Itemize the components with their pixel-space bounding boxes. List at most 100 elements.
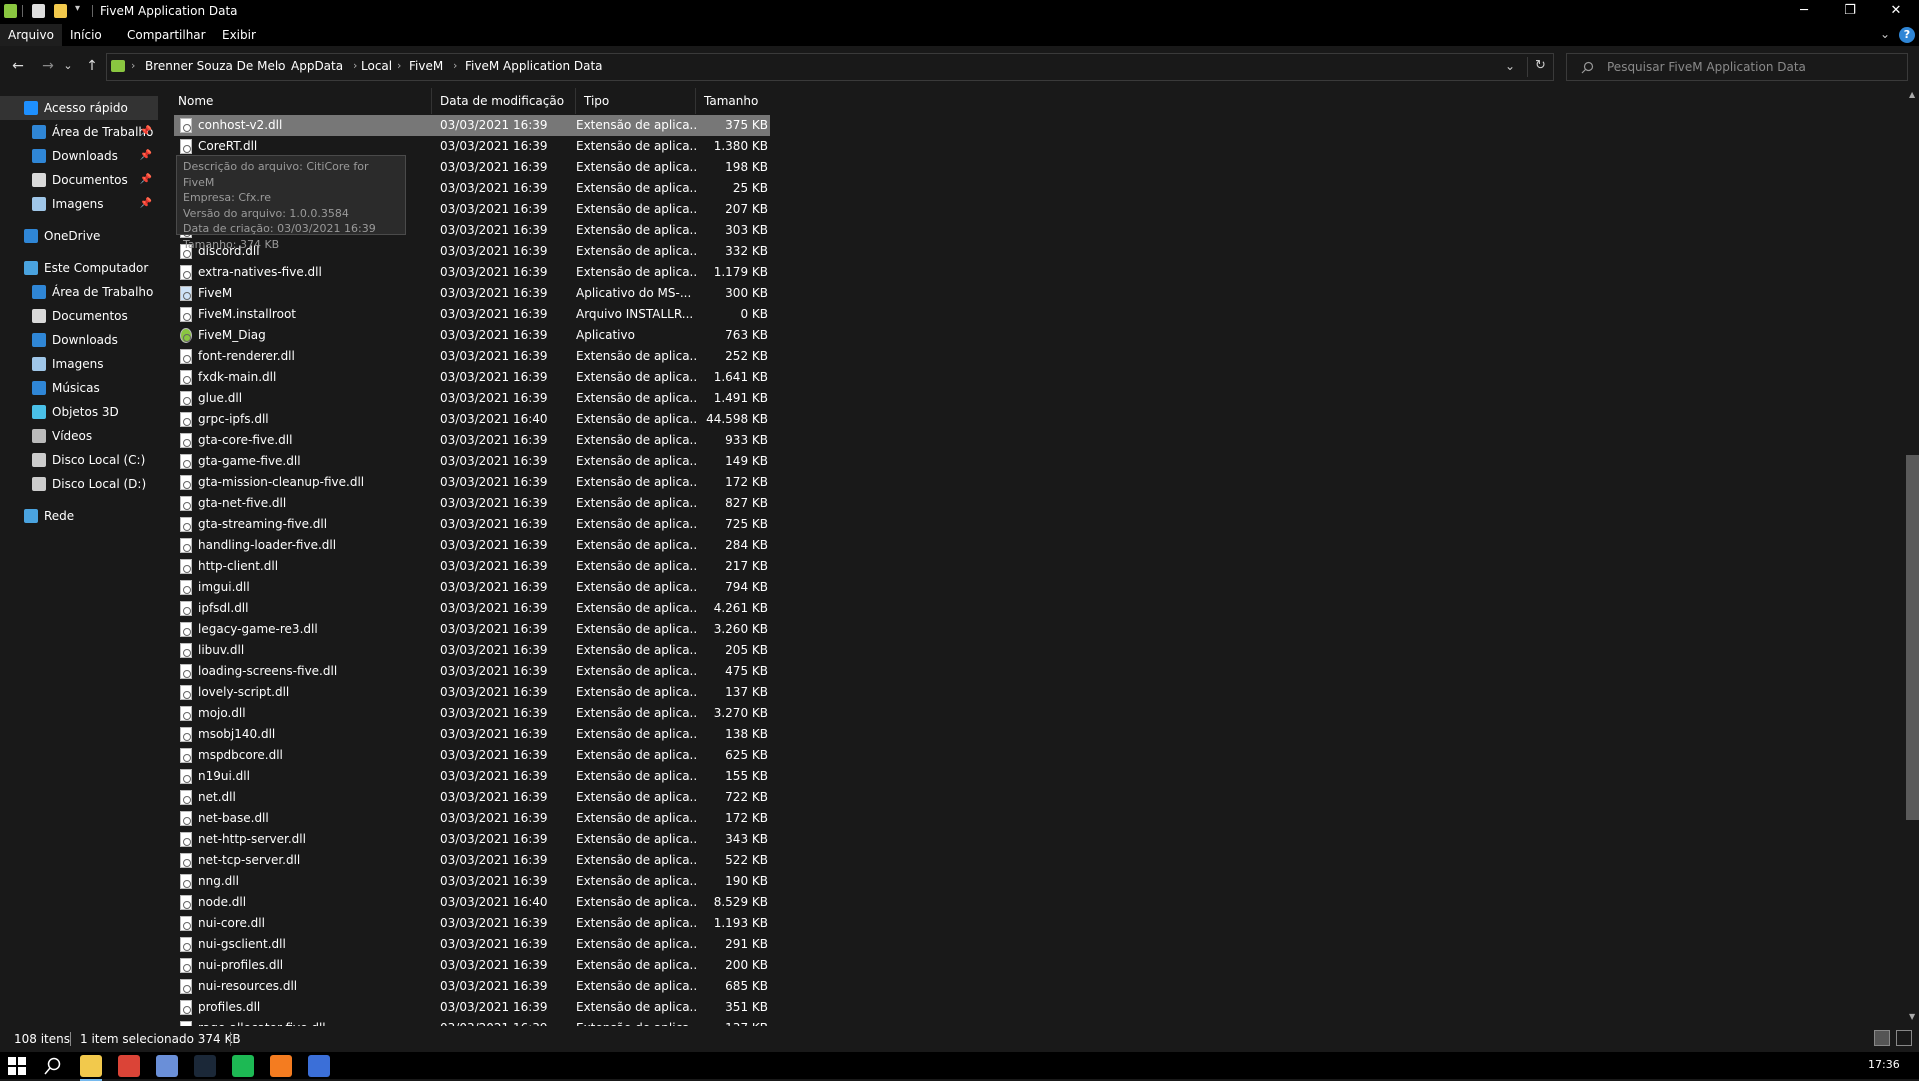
sidebar-item-disco-local-d-[interactable]: Disco Local (D:) (0, 472, 158, 496)
sidebar-item-área-de-trabalho[interactable]: Área de Trabalho 📌 (0, 120, 158, 144)
sidebar-item-documentos[interactable]: Documentos (0, 304, 158, 328)
file-row[interactable]: gta-game-five.dll 03/03/2021 16:39 Extensã… (174, 451, 770, 472)
file-row[interactable]: glue.dll 03/03/2021 16:39 Extensão de apli… (174, 388, 770, 409)
file-row[interactable]: grpc-ipfs.dll 03/03/2021 16:40 Extensão de… (174, 409, 770, 430)
sidebar-item-imagens[interactable]: Imagens 📌 (0, 192, 158, 216)
up-button[interactable]: ↑ (82, 56, 102, 76)
sidebar-item-documentos[interactable]: Documentos 📌 (0, 168, 158, 192)
file-row[interactable]: nng.dll 03/03/2021 16:39 Extensão de aplic… (174, 871, 770, 892)
address-bar[interactable]: › Brenner Souza De Melo › AppData › Loca… (106, 53, 1554, 81)
clock[interactable]: 17:36 (1868, 1058, 1900, 1071)
file-row[interactable]: net-base.dll 03/03/2021 16:39 Extensão de … (174, 808, 770, 829)
scroll-down-arrow-icon[interactable]: ▼ (1909, 1012, 1915, 1021)
recent-locations-button[interactable]: ⌄ (62, 56, 74, 76)
forward-button[interactable]: → (38, 56, 58, 76)
file-row[interactable]: ipfsdl.dll 03/03/2021 16:39 Extensão de ap… (174, 598, 770, 619)
tab-arquivo[interactable]: Arquivo (0, 24, 62, 46)
breadcrumb-item-user[interactable]: Brenner Souza De Melo (145, 59, 286, 73)
chrome-icon[interactable] (118, 1055, 140, 1077)
file-row[interactable]: conhost-v2.dll 03/03/2021 16:39 Extensão d… (174, 115, 770, 136)
file-row[interactable]: node.dll 03/03/2021 16:40 Extensão de apli… (174, 892, 770, 913)
file-row[interactable]: CoreRT.dll 03/03/2021 16:39 Extensão de ap… (174, 136, 770, 157)
file-row[interactable]: imgui.dll 03/03/2021 16:39 Extensão de apl… (174, 577, 770, 598)
column-header-date[interactable]: Data de modificação (432, 88, 576, 114)
file-row[interactable]: mojo.dll 03/03/2021 16:39 Extensão de apli… (174, 703, 770, 724)
file-row[interactable]: profiles.dll 03/03/2021 16:39 Extensão de … (174, 997, 770, 1018)
sidebar-item-disco-local-c-[interactable]: Disco Local (C:) (0, 448, 158, 472)
tab-inicio[interactable]: Início (62, 24, 110, 46)
file-row[interactable]: gta-streaming-five.dll 03/03/2021 16:39 Ex… (174, 514, 770, 535)
file-row[interactable]: loading-screens-five.dll 03/03/2021 16:39… (174, 661, 770, 682)
steam-icon[interactable] (194, 1055, 216, 1077)
column-header-type[interactable]: Tipo (576, 88, 696, 114)
expand-ribbon-icon[interactable]: ⌄ (1880, 27, 1890, 41)
file-row[interactable]: fxdk-main.dll 03/03/2021 16:39 Extensão de… (174, 367, 770, 388)
search-icon[interactable] (42, 1055, 64, 1077)
sidebar-item-imagens[interactable]: Imagens (0, 352, 158, 376)
column-header-size[interactable]: Tamanho (696, 88, 780, 114)
file-row[interactable]: lovely-script.dll 03/03/2021 16:39 Extensã… (174, 682, 770, 703)
quick-access-dropdown-icon[interactable]: ▾ (75, 3, 80, 14)
column-header-name[interactable]: Nome (170, 88, 432, 114)
large-icons-view-icon[interactable] (1896, 1030, 1912, 1046)
breadcrumb-item-current[interactable]: FiveM Application Data (465, 59, 603, 73)
file-row[interactable]: legacy-game-re3.dll 03/03/2021 16:39 Exten… (174, 619, 770, 640)
file-row[interactable]: extra-natives-five.dll 03/03/2021 16:39 Ex… (174, 262, 770, 283)
sidebar-item-downloads[interactable]: Downloads (0, 328, 158, 352)
file-row[interactable]: net.dll 03/03/2021 16:39 Extensão de aplic… (174, 787, 770, 808)
refresh-icon[interactable]: ↻ (1535, 58, 1546, 73)
file-row[interactable]: nui-resources.dll 03/03/2021 16:39 Extensã… (174, 976, 770, 997)
properties-icon[interactable] (32, 4, 45, 18)
file-row[interactable]: mspdbcore.dll 03/03/2021 16:39 Extensão de… (174, 745, 770, 766)
file-row[interactable]: FiveM_Diag 03/03/2021 16:39 Aplicativo 763 … (174, 325, 770, 346)
tab-compartilhar[interactable]: Compartilhar (119, 24, 214, 46)
file-row[interactable]: gta-net-five.dll 03/03/2021 16:39 Extensão… (174, 493, 770, 514)
file-row[interactable]: nui-profiles.dll 03/03/2021 16:39 Extensão… (174, 955, 770, 976)
file-row[interactable]: handling-loader-five.dll 03/03/2021 16:39… (174, 535, 770, 556)
file-row[interactable]: FiveM 03/03/2021 16:39 Aplicativo do MS-..… (174, 283, 770, 304)
scrollbar-thumb[interactable] (1906, 455, 1919, 820)
app-orange-icon[interactable] (270, 1055, 292, 1077)
sidebar-item-acesso-rápido[interactable]: Acesso rápido (0, 96, 158, 120)
windows-start-icon[interactable] (6, 1055, 28, 1077)
app-blue-icon[interactable] (308, 1055, 330, 1077)
sidebar-item-downloads[interactable]: Downloads 📌 (0, 144, 158, 168)
breadcrumb-item-local[interactable]: Local (361, 59, 392, 73)
sidebar-item-este-computador[interactable]: Este Computador (0, 256, 158, 280)
breadcrumb-item-fivem[interactable]: FiveM (409, 59, 443, 73)
close-button[interactable]: ✕ (1873, 0, 1919, 22)
back-button[interactable]: ← (8, 56, 28, 76)
spotify-icon[interactable] (232, 1055, 254, 1077)
breadcrumb-item-appdata[interactable]: AppData (291, 59, 343, 73)
file-row[interactable]: n19ui.dll 03/03/2021 16:39 Extensão de apl… (174, 766, 770, 787)
file-row[interactable]: rage-allocator-five.dll 03/03/2021 16:39 E… (174, 1018, 770, 1026)
sidebar-item-onedrive[interactable]: OneDrive (0, 224, 158, 248)
new-folder-icon[interactable] (54, 4, 67, 18)
search-input[interactable]: Pesquisar FiveM Application Data (1607, 60, 1806, 74)
file-row[interactable]: net-http-server.dll 03/03/2021 16:39 Exten… (174, 829, 770, 850)
scroll-up-arrow-icon[interactable]: ▲ (1909, 90, 1915, 99)
help-icon[interactable]: ? (1899, 27, 1915, 43)
file-row[interactable]: http-client.dll 03/03/2021 16:39 Extensão … (174, 556, 770, 577)
minimize-button[interactable]: ─ (1781, 0, 1827, 22)
restore-button[interactable]: ❐ (1827, 0, 1873, 22)
file-row[interactable]: font-renderer.dll 03/03/2021 16:39 Extensã… (174, 346, 770, 367)
file-row[interactable]: nui-core.dll 03/03/2021 16:39 Extensão de … (174, 913, 770, 934)
tab-exibir[interactable]: Exibir (214, 24, 264, 46)
file-row[interactable]: gta-mission-cleanup-five.dll 03/03/2021 1… (174, 472, 770, 493)
file-row[interactable]: gta-core-five.dll 03/03/2021 16:39 Extensã… (174, 430, 770, 451)
file-row[interactable]: msobj140.dll 03/03/2021 16:39 Extensão de … (174, 724, 770, 745)
file-row[interactable]: nui-gsclient.dll 03/03/2021 16:39 Extensão… (174, 934, 770, 955)
generic-app-icon[interactable] (156, 1055, 178, 1077)
file-row[interactable]: libuv.dll 03/03/2021 16:39 Extensão de apl… (174, 640, 770, 661)
file-row[interactable]: FiveM.installroot 03/03/2021 16:39 Arquivo… (174, 304, 770, 325)
search-box[interactable]: Pesquisar FiveM Application Data (1566, 53, 1908, 81)
sidebar-item-músicas[interactable]: Músicas (0, 376, 158, 400)
address-history-chevron-icon[interactable]: ⌄ (1505, 59, 1515, 73)
file-explorer-icon[interactable] (80, 1055, 102, 1081)
sidebar-item-rede[interactable]: Rede (0, 504, 158, 528)
details-view-icon[interactable] (1874, 1030, 1890, 1046)
sidebar-item-vídeos[interactable]: Vídeos (0, 424, 158, 448)
sidebar-item-área-de-trabalho[interactable]: Área de Trabalho (0, 280, 158, 304)
sidebar-item-objetos-3d[interactable]: Objetos 3D (0, 400, 158, 424)
